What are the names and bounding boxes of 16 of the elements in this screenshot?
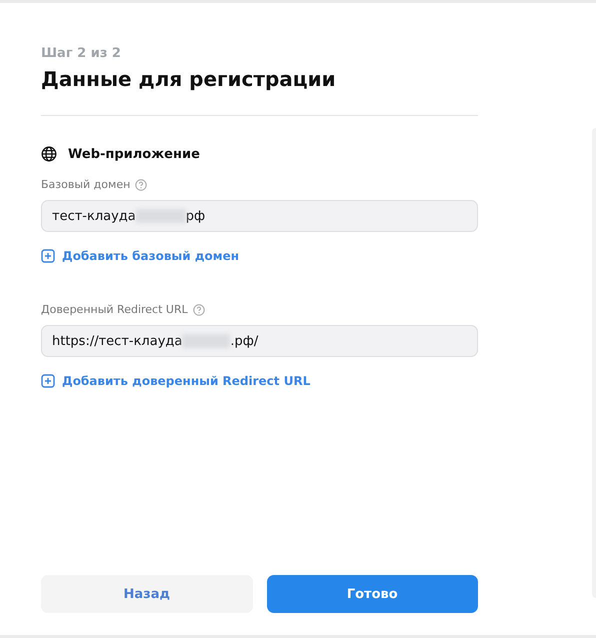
add-link[interactable]: Добавить доверенный Redirect URL [41,374,310,388]
step-indicator: Шаг 2 из 2 [41,46,122,61]
field-label: Базовый домен [41,178,130,191]
globe-icon [41,146,57,162]
back-button[interactable]: Назад [41,575,252,613]
help-icon[interactable] [135,178,148,190]
done-button[interactable]: Готово [266,575,478,613]
page-title: Данные для регистрации [41,67,337,91]
section-title: Web-приложение [68,146,200,162]
field-label: Доверенный Redirect URL [41,303,188,316]
input-field[interactable]: тест-клауда рф [41,200,478,232]
help-icon[interactable] [192,304,205,316]
input-field[interactable]: https://тест-клауда .рф/ [41,325,478,357]
plus-icon [41,249,55,263]
add-link[interactable]: Добавить базовый домен [41,249,240,263]
plus-icon [41,374,55,388]
